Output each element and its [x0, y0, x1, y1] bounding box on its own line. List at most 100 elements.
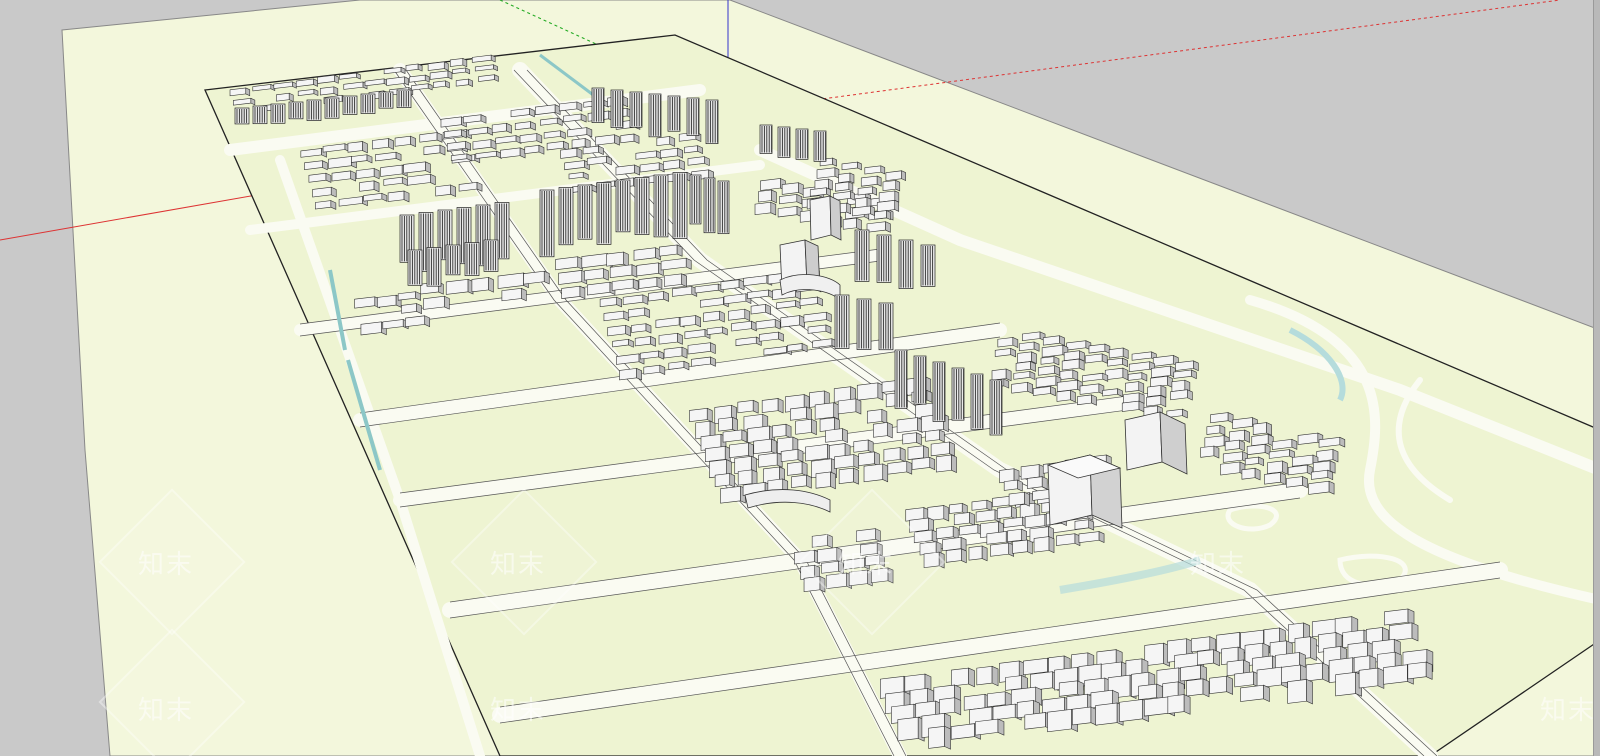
building-block — [1170, 389, 1193, 401]
building-block — [643, 364, 666, 375]
watermark-text: 知末 — [1540, 696, 1597, 726]
building-block — [1072, 706, 1098, 726]
building-block — [689, 407, 713, 423]
highrise-tower — [234, 107, 250, 125]
highrise-tower — [483, 239, 499, 272]
building-block — [308, 172, 332, 183]
highrise-tower — [970, 373, 984, 430]
highrise-tower — [407, 249, 423, 286]
building-block — [1147, 385, 1167, 398]
building-block — [1027, 476, 1048, 490]
highrise-tower — [777, 126, 791, 158]
building-block — [911, 456, 936, 471]
building-block — [777, 205, 803, 218]
building-block — [815, 471, 836, 490]
building-block — [1011, 381, 1033, 394]
building-block — [401, 303, 422, 315]
building-block — [720, 485, 746, 504]
building-block — [853, 439, 874, 454]
building-block — [928, 725, 951, 750]
building-block — [728, 308, 751, 322]
highrise-tower — [252, 105, 268, 125]
building-block — [838, 172, 855, 184]
building-block — [951, 667, 975, 688]
watermark-text: 知末 — [838, 550, 895, 580]
building-block — [896, 417, 923, 434]
building-block — [858, 451, 880, 467]
building-block — [996, 506, 1017, 520]
building-block — [1003, 479, 1023, 492]
building-block — [883, 447, 906, 463]
building-block — [1121, 400, 1145, 413]
building-block — [779, 193, 803, 205]
highrise-tower — [913, 355, 927, 405]
building-block — [455, 78, 473, 87]
building-block — [315, 200, 337, 210]
building-block — [750, 303, 771, 315]
building-block — [1061, 358, 1085, 371]
building-block — [897, 716, 925, 742]
building-block — [423, 144, 446, 156]
watermark-text: 知末 — [490, 550, 547, 580]
building-block — [1388, 622, 1419, 642]
highrise-tower — [667, 95, 681, 132]
building-block — [1224, 439, 1245, 452]
building-block — [1197, 649, 1220, 667]
building-block — [1144, 642, 1170, 667]
building-block — [1037, 365, 1060, 377]
building-block — [787, 461, 808, 477]
building-block — [1012, 539, 1033, 555]
building-block — [925, 429, 945, 443]
building-block — [1310, 469, 1334, 481]
building-block — [1077, 394, 1097, 406]
building-block — [878, 190, 900, 203]
building-block — [814, 402, 840, 420]
highrise-tower — [558, 187, 574, 246]
building-block — [842, 217, 862, 231]
building-block — [631, 323, 652, 334]
building-block — [1222, 451, 1248, 463]
building-block — [687, 156, 710, 167]
building-block — [276, 92, 294, 102]
watermark-text: 知末 — [490, 696, 547, 726]
building-block — [1206, 424, 1226, 436]
building-block — [1167, 694, 1191, 715]
highrise-tower — [759, 124, 773, 154]
building-block — [863, 463, 889, 483]
highrise-tower — [878, 302, 894, 351]
building-block — [975, 718, 1005, 736]
scene-3d[interactable] — [0, 0, 1600, 756]
building-block — [1305, 662, 1329, 683]
building-block — [658, 244, 683, 257]
building-block — [737, 469, 758, 487]
building-block — [445, 278, 474, 295]
building-block — [663, 159, 685, 171]
building-block — [433, 80, 450, 89]
building-block — [876, 199, 900, 212]
highrise-tower — [898, 239, 914, 289]
building-block — [997, 336, 1019, 348]
building-block — [435, 184, 456, 198]
building-block — [976, 665, 999, 687]
building-block — [936, 525, 959, 540]
building-block — [648, 291, 669, 302]
building-block — [949, 502, 968, 515]
building-block — [1151, 365, 1176, 379]
building-block — [791, 474, 812, 489]
model-viewport[interactable]: 知末 知末 知末 知末 知末 知末 知末 — [0, 0, 1600, 756]
building-block — [1220, 461, 1246, 476]
building-block — [472, 139, 497, 150]
building-block — [885, 170, 906, 181]
highrise-tower — [989, 379, 1003, 436]
highrise-tower — [596, 182, 612, 245]
building-block — [359, 180, 380, 193]
building-block — [1033, 536, 1055, 554]
building-block — [866, 408, 888, 425]
building-block — [816, 167, 840, 179]
building-block — [663, 346, 688, 359]
building-block — [471, 276, 494, 293]
building-block — [805, 443, 833, 462]
building-block — [729, 442, 754, 459]
building-block — [902, 432, 922, 446]
building-block — [1264, 472, 1286, 485]
